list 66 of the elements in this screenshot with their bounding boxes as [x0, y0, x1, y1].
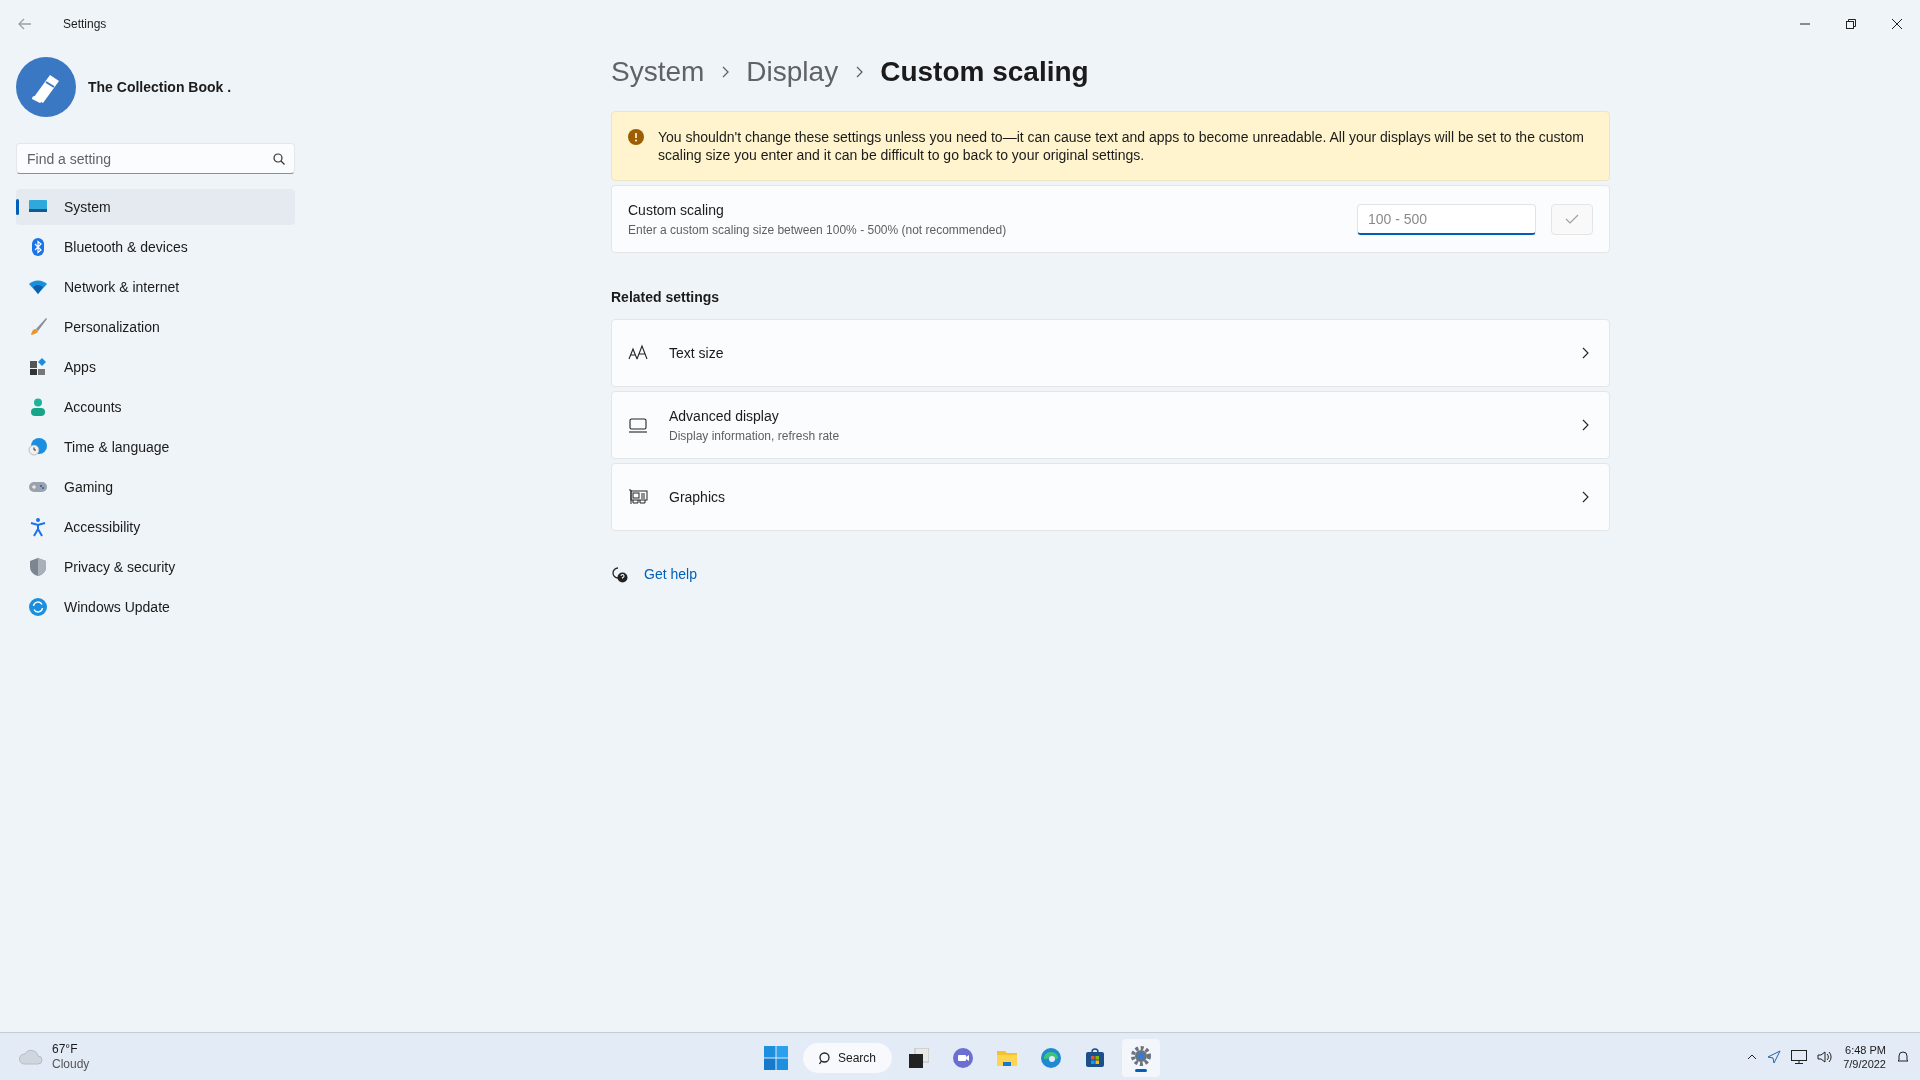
sidebar-item[interactable]: System	[16, 189, 295, 225]
search-icon	[819, 1051, 832, 1065]
sidebar-item[interactable]: Network & internet	[16, 269, 295, 305]
brush-icon	[28, 317, 48, 337]
accessibility-icon	[28, 517, 48, 537]
graphics-card-icon	[628, 487, 648, 507]
restore-icon	[1846, 19, 1856, 29]
related-setting-card[interactable]: Advanced display Display information, refresh rate	[611, 391, 1610, 459]
page-title: Custom scaling	[880, 55, 1089, 89]
weather-condition[interactable]: Cloudy	[52, 1056, 90, 1072]
setting-title: Text size	[669, 343, 724, 363]
sidebar-item[interactable]: Personalization	[16, 309, 295, 345]
chevron-right-icon	[1581, 347, 1589, 359]
network-icon[interactable]	[1791, 1049, 1808, 1064]
gear-icon	[1130, 1044, 1153, 1067]
setting-title: Custom scaling	[628, 200, 725, 220]
breadcrumb-link[interactable]: System	[611, 51, 705, 93]
avatar-icon	[16, 57, 76, 117]
chevron-right-icon	[1581, 491, 1589, 503]
close-icon	[1892, 19, 1902, 29]
apps-icon	[28, 357, 48, 377]
notification-icon[interactable]	[1896, 1049, 1910, 1064]
search-icon	[273, 153, 285, 165]
sidebar-item[interactable]: Gaming	[16, 469, 295, 505]
settings-taskbar-button[interactable]	[1122, 1039, 1161, 1077]
setting-description: Display information, refresh rate	[669, 427, 840, 445]
chevron-right-icon	[1581, 419, 1589, 431]
sidebar-item[interactable]: Privacy & security	[16, 549, 295, 585]
clock-date[interactable]: 7/9/2022	[1843, 1056, 1886, 1071]
back-icon[interactable]	[18, 17, 32, 31]
checkmark-icon	[1565, 212, 1579, 226]
window-title: Settings	[63, 16, 107, 33]
sidebar-item[interactable]: Accessibility	[16, 509, 295, 545]
sidebar-item[interactable]: Apps	[16, 349, 295, 385]
breadcrumb-chevron-icon	[721, 66, 730, 78]
breadcrumb-link[interactable]: Display	[746, 51, 839, 93]
breadcrumb-chevron-icon	[855, 66, 864, 78]
warning-message: You shouldn't change these settings unless you need to—it can cause text and apps to become unreadable. All your displays will be set to the custom scaling size you enter and it can be difficult to go back to your original settings.	[658, 128, 1585, 164]
volume-icon[interactable]	[1817, 1049, 1834, 1064]
setting-title: Graphics	[669, 487, 726, 507]
sidebar-item[interactable]: Accounts	[16, 389, 295, 425]
setting-title: Advanced display	[669, 406, 780, 426]
laptop-icon	[628, 415, 648, 435]
get-help-link[interactable]: Get help	[644, 564, 697, 585]
sync-icon	[28, 597, 48, 617]
clock-time[interactable]: 6:48 PM	[1845, 1042, 1886, 1057]
section-heading: Related settings	[611, 288, 721, 307]
related-setting-card[interactable]: Graphics	[611, 463, 1610, 531]
shield-icon	[28, 557, 48, 577]
search-field[interactable]: Find a setting	[16, 143, 295, 174]
sidebar-item[interactable]: Bluetooth & devices	[16, 229, 295, 265]
sidebar-item[interactable]: Windows Update	[16, 589, 295, 625]
warning-icon	[628, 129, 644, 145]
taskbar-search-button[interactable]: Search	[803, 1043, 893, 1073]
chevron-up-icon[interactable]	[1747, 1053, 1758, 1060]
scaling-input-field[interactable]: 100 - 500	[1357, 203, 1536, 235]
setting-description: Enter a custom scaling size between 100% - 500% (not recommended)	[628, 221, 1007, 239]
sidebar-item[interactable]: Time & language	[16, 429, 295, 465]
help-icon	[611, 566, 628, 583]
weather-temperature[interactable]: 67°F	[52, 1041, 90, 1057]
globe-clock-icon	[28, 437, 48, 457]
location-icon[interactable]	[1767, 1049, 1782, 1064]
account-name: The Collection Book .	[88, 77, 232, 97]
cloud-icon	[18, 1048, 44, 1065]
person-icon	[28, 397, 48, 417]
related-setting-card[interactable]: Text size	[611, 319, 1610, 387]
